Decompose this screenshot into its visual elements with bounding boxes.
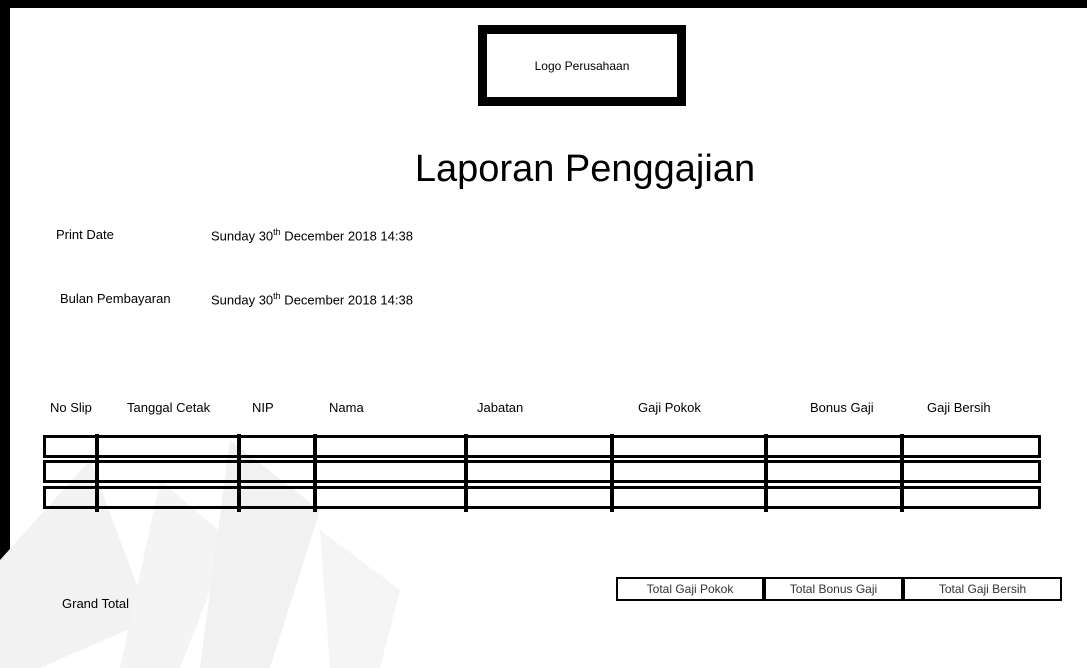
column-divider: [464, 434, 468, 512]
table-row: [43, 460, 1041, 483]
column-divider: [95, 434, 99, 512]
col-header-bonus-gaji: Bonus Gaji: [810, 400, 874, 415]
total-gaji-bersih-box: Total Gaji Bersih: [903, 577, 1062, 601]
print-date-label: Print Date: [56, 227, 114, 242]
print-date-value: Sunday 30th December 2018 14:38: [211, 227, 413, 244]
bulan-pembayaran-value: Sunday 30th December 2018 14:38: [211, 291, 413, 308]
total-divider: [901, 577, 905, 601]
column-divider: [610, 434, 614, 512]
total-bonus-gaji-label: Total Bonus Gaji: [789, 582, 878, 596]
col-header-nip: NIP: [252, 400, 274, 415]
company-logo-placeholder: Logo Perusahaan: [478, 25, 686, 106]
column-divider: [900, 434, 904, 512]
bulan-pembayaran-label: Bulan Pembayaran: [60, 291, 171, 306]
col-header-no-slip: No Slip: [50, 400, 92, 415]
column-divider: [237, 434, 241, 512]
total-gaji-pokok-label: Total Gaji Pokok: [646, 582, 734, 596]
grand-total-label: Grand Total: [62, 596, 129, 611]
column-divider: [764, 434, 768, 512]
total-gaji-bersih-label: Total Gaji Bersih: [938, 582, 1027, 596]
logo-text: Logo Perusahaan: [534, 58, 630, 73]
col-header-nama: Nama: [329, 400, 364, 415]
col-header-gaji-pokok: Gaji Pokok: [638, 400, 701, 415]
column-divider: [313, 434, 317, 512]
col-header-jabatan: Jabatan: [477, 400, 524, 415]
report-title: Laporan Penggajian: [414, 148, 756, 190]
total-gaji-pokok-box: Total Gaji Pokok: [616, 577, 764, 601]
table-row: [43, 435, 1041, 458]
col-header-gaji-bersih: Gaji Bersih: [927, 400, 991, 415]
total-bonus-gaji-box: Total Bonus Gaji: [764, 577, 903, 601]
table-row: [43, 486, 1041, 509]
col-header-tanggal-cetak: Tanggal Cetak: [127, 400, 211, 415]
